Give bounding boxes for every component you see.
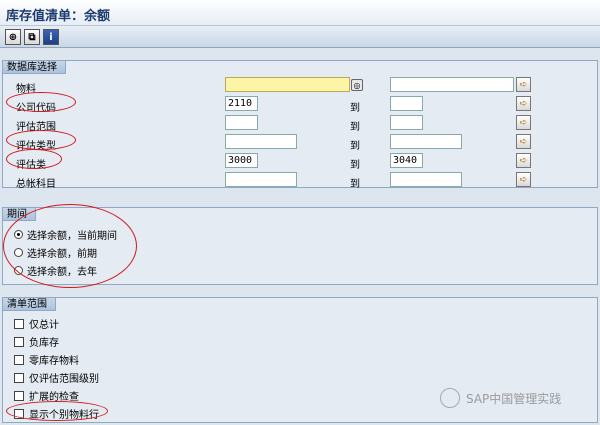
checkbox[interactable] (14, 390, 24, 401)
wechat-logo-icon (440, 388, 460, 408)
checkbox-individual-material-lines[interactable]: 显示个别物料行 (14, 406, 99, 421)
radio-button[interactable] (14, 230, 23, 239)
material-to-input[interactable] (390, 77, 514, 92)
info-icon: i (49, 31, 53, 43)
checkbox-negative-stock[interactable]: 负库存 (14, 334, 59, 349)
execute-button[interactable]: ⊕ (5, 29, 21, 45)
valuation-area-from-input[interactable] (225, 115, 258, 130)
valuation-area-label: 评估范围 (16, 122, 56, 133)
radio-button[interactable] (14, 266, 23, 275)
title-bar: 库存值清单：余额 (0, 0, 600, 26)
valuation-type-to-label: 到 (350, 141, 360, 152)
valuation-class-label: 评估类 (16, 160, 46, 171)
radio-previous-period[interactable]: 选择余额，前期 (14, 245, 97, 260)
valuation-area-to-input[interactable] (390, 115, 423, 130)
period-title: 期间 (3, 208, 36, 221)
checkbox-zero-stock[interactable]: 零库存物料 (14, 352, 79, 367)
company-code-to-input[interactable] (390, 96, 423, 111)
material-multiple-selection-button[interactable]: ➪ (516, 77, 531, 92)
page-title: 库存值清单：余额 (6, 9, 111, 24)
arrow-right-icon: ➪ (519, 174, 528, 185)
info-button[interactable]: i (43, 29, 59, 45)
checkbox-label: 仅评估范围级别 (29, 374, 99, 385)
valuation-class-to-label: 到 (350, 160, 360, 171)
search-help-icon: ◎ (353, 80, 361, 90)
watermark-text: SAP中国管理实践 (466, 391, 562, 406)
company-code-multiple-selection-button[interactable]: ➪ (516, 96, 531, 111)
radio-button[interactable] (14, 248, 23, 257)
checkbox-label: 扩展的检查 (29, 392, 79, 403)
gl-account-to-label: 到 (350, 179, 360, 190)
company-code-to-label: 到 (350, 103, 360, 114)
application-toolbar: ⊕ ⧉ i (0, 26, 600, 48)
execute-icon: ⊕ (8, 31, 18, 43)
checkbox-label: 显示个别物料行 (29, 410, 99, 421)
arrow-right-icon: ➪ (519, 155, 528, 166)
checkbox-label: 仅总计 (29, 320, 59, 331)
checkbox-label: 负库存 (29, 338, 59, 349)
company-code-label: 公司代码 (16, 103, 56, 114)
radio-label: 选择余额，当前期间 (27, 231, 117, 242)
get-variant-button[interactable]: ⧉ (24, 29, 40, 45)
radio-last-year[interactable]: 选择余额，去年 (14, 263, 97, 278)
checkbox[interactable] (14, 408, 24, 419)
arrow-right-icon: ➪ (519, 117, 528, 128)
variant-icon: ⧉ (28, 31, 36, 43)
checkbox-extended-check[interactable]: 扩展的检查 (14, 388, 79, 403)
arrow-right-icon: ➪ (519, 136, 528, 147)
gl-account-multiple-selection-button[interactable]: ➪ (516, 172, 531, 187)
checkbox-label: 零库存物料 (29, 356, 79, 367)
material-label: 物料 (16, 84, 36, 95)
valuation-type-label: 评估类型 (16, 141, 56, 152)
watermark: SAP中国管理实践 (440, 388, 561, 408)
valuation-class-to-input[interactable]: 3040 (390, 153, 423, 168)
gl-account-label: 总帐科目 (16, 179, 56, 190)
db-selection-title: 数据库选择 (3, 61, 66, 74)
matchcode-button[interactable]: ◎ (351, 79, 363, 91)
radio-label: 选择余额，前期 (27, 249, 97, 260)
checkbox-valuation-area-level[interactable]: 仅评估范围级别 (14, 370, 99, 385)
gl-account-to-input[interactable] (390, 172, 462, 187)
valuation-type-to-input[interactable] (390, 134, 462, 149)
arrow-right-icon: ➪ (519, 79, 528, 90)
valuation-area-to-label: 到 (350, 122, 360, 133)
checkbox-totals-only[interactable]: 仅总计 (14, 316, 59, 331)
checkbox[interactable] (14, 372, 24, 383)
arrow-right-icon: ➪ (519, 98, 528, 109)
valuation-class-from-input[interactable]: 3000 (225, 153, 258, 168)
valuation-area-multiple-selection-button[interactable]: ➪ (516, 115, 531, 130)
list-scope-title: 清单范围 (3, 298, 56, 311)
material-from-input[interactable] (225, 77, 350, 92)
company-code-from-input[interactable]: 2110 (225, 96, 258, 111)
checkbox[interactable] (14, 318, 24, 329)
gl-account-from-input[interactable] (225, 172, 297, 187)
checkbox[interactable] (14, 354, 24, 365)
checkbox[interactable] (14, 336, 24, 347)
valuation-type-from-input[interactable] (225, 134, 297, 149)
valuation-type-multiple-selection-button[interactable]: ➪ (516, 134, 531, 149)
radio-label: 选择余额，去年 (27, 267, 97, 278)
valuation-class-multiple-selection-button[interactable]: ➪ (516, 153, 531, 168)
radio-current-period[interactable]: 选择余额，当前期间 (14, 227, 117, 242)
